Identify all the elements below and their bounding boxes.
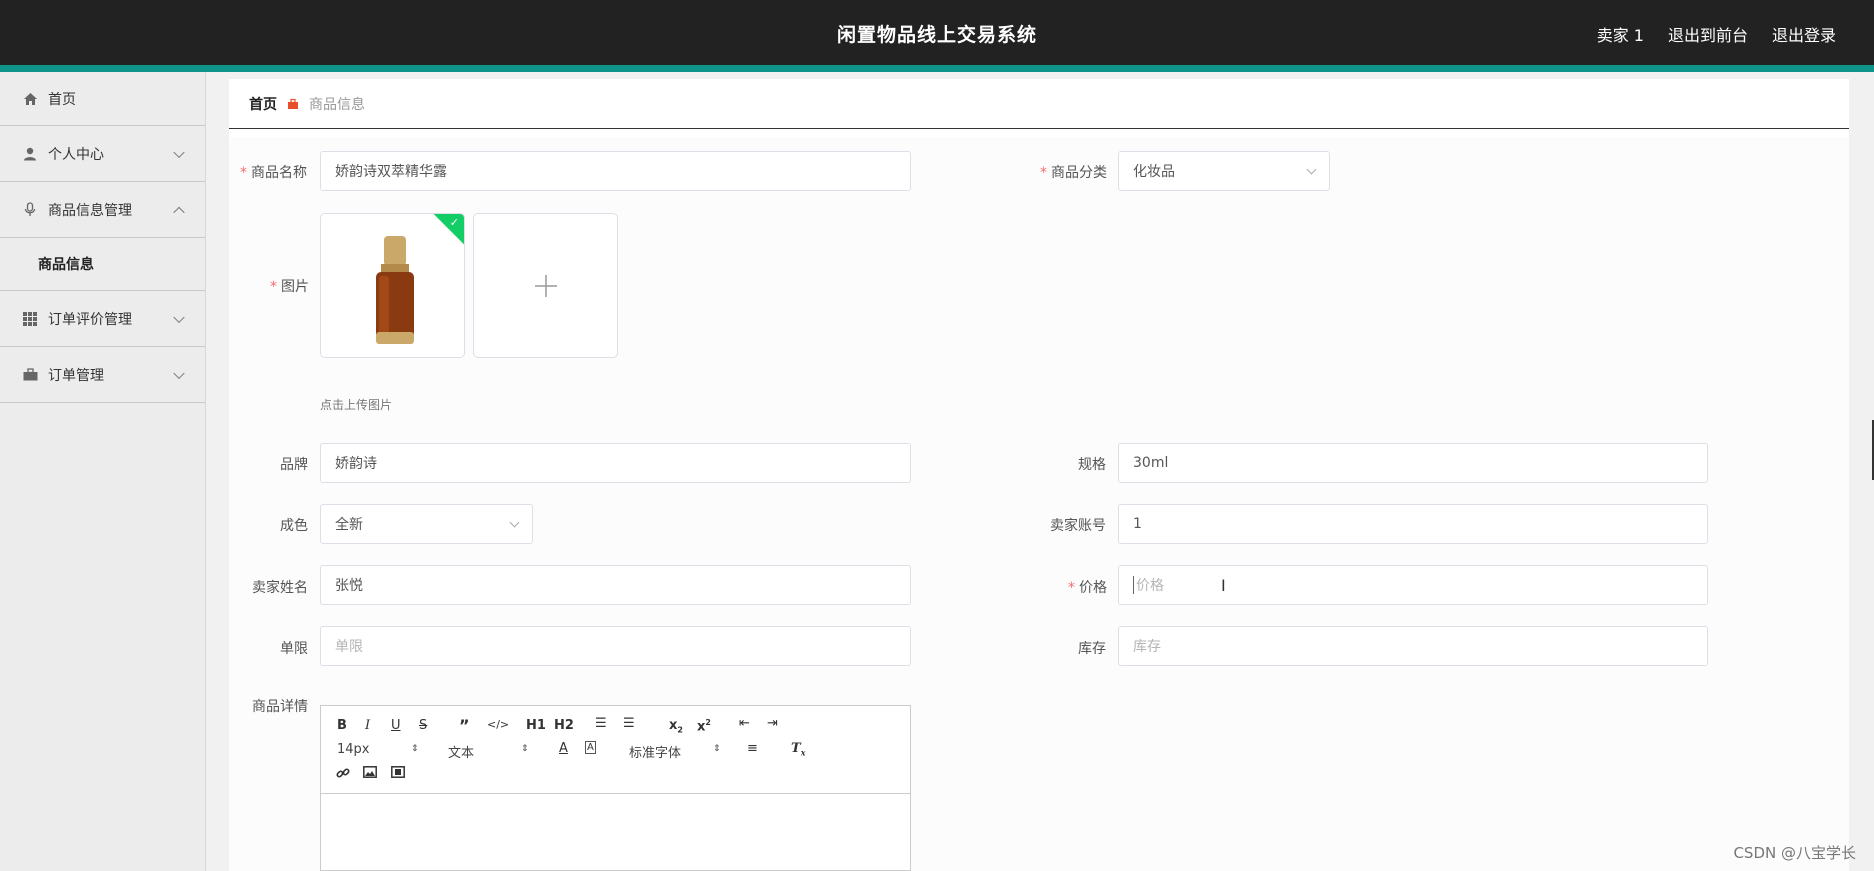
sidebar-item-home[interactable]: 首页 — [0, 72, 205, 126]
chevron-down-icon — [173, 146, 185, 158]
detail-label: 商品详情 — [252, 699, 308, 715]
h1-icon[interactable]: H1 — [526, 718, 546, 733]
brand-label: 品牌 — [280, 457, 308, 473]
rich-text-editor: B I U S ” </> H1 H2 ☰ ☰ x2 x2 ⇤ ⇥ 14px ⇕… — [320, 705, 911, 871]
top-header: 闲置物品线上交易系统 卖家 1 退出到前台 退出登录 — [0, 0, 1874, 72]
user-icon — [22, 146, 38, 162]
sidebar-item-review-mgmt[interactable]: 订单评价管理 — [0, 291, 205, 347]
check-icon: ✓ — [449, 216, 459, 229]
upload-add-button[interactable] — [473, 213, 618, 358]
background-color-icon[interactable]: A — [585, 741, 596, 754]
indent-icon[interactable]: ⇥ — [767, 716, 778, 731]
select-arrows-icon: ⇕ — [411, 744, 419, 754]
stock-label: 库存 — [1078, 641, 1106, 657]
seller-account-input[interactable]: 1 — [1118, 504, 1708, 544]
chevron-down-icon — [173, 311, 185, 323]
chevron-down-icon — [173, 367, 185, 379]
sidebar-item-order-mgmt[interactable]: 订单管理 — [0, 347, 205, 403]
header-type-select[interactable]: 文本 — [448, 742, 474, 761]
sidebar: 首页 个人中心 商品信息管理 商品信息 订单评价管理 订单管理 — [0, 72, 206, 871]
brand-input[interactable]: 娇韵诗 — [320, 443, 911, 483]
font-color-icon[interactable]: A — [559, 741, 568, 756]
chevron-down-icon — [509, 517, 520, 528]
logout-link[interactable]: 退出登录 — [1772, 22, 1836, 46]
category-label: * 商品分类 — [1040, 165, 1107, 181]
image-icon[interactable] — [363, 766, 377, 782]
text-cursor-icon: I — [1221, 576, 1226, 595]
outdent-icon[interactable]: ⇤ — [739, 716, 750, 731]
chevron-down-icon — [1306, 164, 1317, 175]
microphone-icon — [22, 202, 38, 218]
product-name-input[interactable]: 娇韵诗双萃精华露 — [320, 151, 911, 191]
select-arrows-icon: ⇕ — [713, 744, 721, 754]
seller-name-input[interactable]: 张悦 — [320, 565, 911, 605]
front-link[interactable]: 退出到前台 — [1668, 22, 1748, 46]
code-block-icon[interactable]: </> — [487, 718, 509, 731]
underline-icon[interactable]: U — [391, 718, 401, 733]
user-label[interactable]: 卖家 1 — [1597, 22, 1644, 46]
ordered-list-icon[interactable]: ☰ — [595, 716, 607, 731]
name-label: * 商品名称 — [240, 165, 307, 181]
sidebar-item-profile[interactable]: 个人中心 — [0, 126, 205, 182]
bold-icon[interactable]: B — [337, 718, 347, 733]
condition-select[interactable]: 全新 — [320, 504, 533, 544]
clear-format-icon[interactable]: Tx — [791, 741, 805, 758]
sidebar-item-label: 订单评价管理 — [48, 311, 132, 328]
text-caret — [1133, 576, 1134, 594]
italic-icon[interactable]: I — [365, 718, 370, 733]
product-bottle-image — [376, 236, 414, 344]
sidebar-item-label: 首页 — [48, 91, 76, 108]
chevron-up-icon — [173, 206, 185, 218]
sidebar-item-label: 订单管理 — [48, 367, 104, 384]
home-icon — [22, 91, 38, 107]
bullet-list-icon[interactable]: ☰ — [623, 716, 635, 731]
breadcrumb-home[interactable]: 首页 — [249, 94, 277, 114]
spec-input[interactable]: 30ml — [1118, 443, 1708, 483]
align-icon[interactable]: ≡ — [747, 741, 758, 756]
limit-input[interactable]: 单限 — [320, 626, 911, 666]
watermark: CSDN @八宝学长 — [1733, 844, 1856, 862]
sidebar-item-label: 商品信息 — [38, 257, 94, 273]
seller-account-label: 卖家账号 — [1050, 518, 1106, 534]
breadcrumb: 首页 商品信息 — [229, 79, 1849, 129]
spec-label: 规格 — [1078, 457, 1106, 473]
breadcrumb-separator-icon — [287, 98, 299, 110]
seller-name-label: 卖家姓名 — [252, 580, 308, 596]
sidebar-item-label: 商品信息管理 — [48, 202, 132, 219]
stock-input[interactable]: 库存 — [1118, 626, 1708, 666]
limit-label: 单限 — [280, 641, 308, 657]
app-title: 闲置物品线上交易系统 — [836, 24, 1037, 46]
header-links: 卖家 1 退出到前台 退出登录 — [1597, 22, 1836, 46]
image-label: * 图片 — [270, 279, 309, 295]
superscript-icon[interactable]: x2 — [697, 718, 711, 734]
font-size-select[interactable]: 14px — [337, 742, 370, 757]
uploaded-image[interactable]: ✓ — [320, 213, 465, 358]
video-icon[interactable] — [391, 766, 405, 782]
plus-icon — [534, 274, 557, 297]
select-arrows-icon: ⇕ — [521, 744, 529, 754]
upload-hint: 点击上传图片 — [320, 398, 393, 412]
condition-label: 成色 — [280, 518, 308, 534]
briefcase-icon — [22, 367, 38, 383]
category-select[interactable]: 化妆品 — [1118, 151, 1330, 191]
editor-toolbar: B I U S ” </> H1 H2 ☰ ☰ x2 x2 ⇤ ⇥ 14px ⇕… — [321, 706, 910, 794]
strike-icon[interactable]: S — [419, 718, 427, 733]
link-icon[interactable] — [336, 766, 350, 784]
h2-icon[interactable]: H2 — [554, 718, 574, 733]
subscript-icon[interactable]: x2 — [669, 718, 683, 735]
sidebar-subitem-product-info[interactable]: 商品信息 — [0, 238, 205, 291]
price-label: * 价格 — [1068, 580, 1107, 596]
sidebar-item-product-mgmt[interactable]: 商品信息管理 — [0, 182, 205, 238]
blockquote-icon[interactable]: ” — [459, 716, 470, 735]
breadcrumb-current: 商品信息 — [309, 96, 365, 113]
sidebar-item-label: 个人中心 — [48, 146, 104, 163]
price-input[interactable]: 价格 I — [1118, 565, 1708, 605]
grid-icon — [22, 311, 38, 327]
font-family-select[interactable]: 标准字体 — [629, 742, 681, 761]
